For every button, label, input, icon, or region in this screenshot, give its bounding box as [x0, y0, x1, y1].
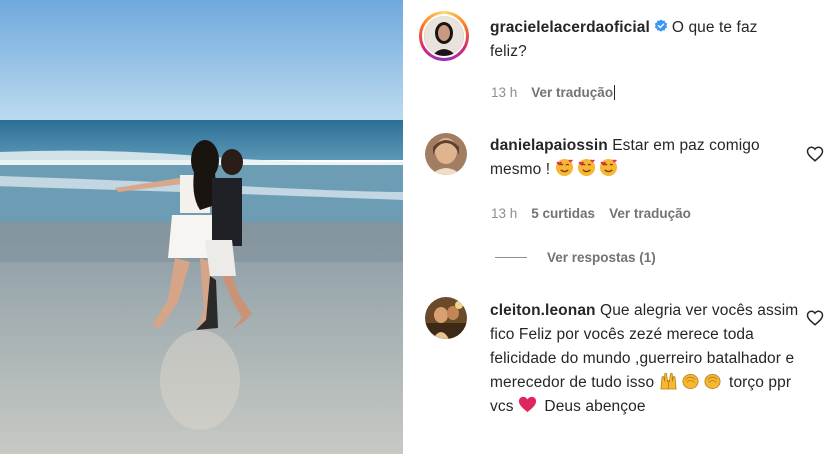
red-heart-icon	[518, 396, 537, 413]
view-replies-button[interactable]: Ver respostas (1)	[495, 250, 656, 265]
commenter-avatar-image	[425, 297, 467, 339]
smiling-face-with-hearts-icon	[577, 158, 595, 177]
comment-item: cleiton.leonan Que alegria ver vocês ass…	[490, 299, 800, 419]
comment-item: danielapaiossin Estar em paz comigo mesm…	[490, 134, 790, 182]
clapping-hands-icon	[704, 373, 721, 389]
post-meta: 13 h Ver tradução	[491, 85, 616, 100]
comment-translate-link[interactable]: Ver tradução	[609, 206, 691, 221]
like-heart-icon[interactable]	[806, 145, 824, 163]
replies-divider-line	[495, 257, 527, 258]
comments-panel: gracielelacerdaoficial O que te faz feliz…	[405, 0, 828, 454]
smiling-face-with-hearts-icon	[555, 158, 573, 177]
clapping-hands-icon	[682, 373, 699, 389]
post-photo[interactable]	[0, 0, 403, 454]
post-translate-link[interactable]: Ver tradução	[531, 85, 613, 100]
author-avatar[interactable]	[419, 11, 469, 61]
comment-likes-count[interactable]: 5 curtidas	[531, 206, 595, 221]
text-cursor	[614, 85, 616, 100]
author-username[interactable]: gracielelacerdaoficial	[490, 19, 650, 36]
view-replies-label: Ver respostas (1)	[547, 250, 656, 265]
beach-photo-image	[0, 0, 403, 454]
comment-username[interactable]: danielapaiossin	[490, 137, 608, 154]
author-avatar-image	[424, 16, 464, 56]
verified-badge-icon	[654, 19, 667, 32]
raising-hands-icon	[660, 372, 677, 390]
comment-meta: 13 h 5 curtidas Ver tradução	[491, 206, 705, 221]
post-caption: gracielelacerdaoficial O que te faz feliz…	[490, 16, 790, 64]
commenter-avatar[interactable]	[425, 297, 467, 339]
like-heart-icon[interactable]	[806, 309, 824, 327]
comment-text-closing: Deus abençoe	[544, 398, 646, 415]
commenter-avatar[interactable]	[425, 133, 467, 175]
post-timestamp: 13 h	[491, 85, 518, 100]
smiling-face-with-hearts-icon	[599, 158, 617, 177]
comment-timestamp: 13 h	[491, 206, 518, 221]
comment-username[interactable]: cleiton.leonan	[490, 302, 596, 319]
commenter-avatar-image	[425, 133, 467, 175]
